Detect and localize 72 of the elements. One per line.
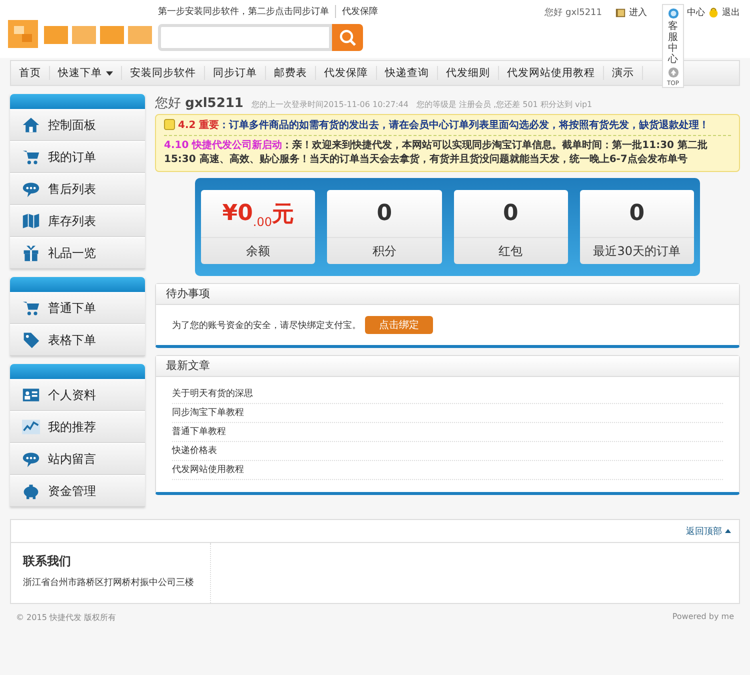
- sidebar-item[interactable]: 我的推荐: [10, 411, 145, 443]
- member-link[interactable]: 进入: [629, 6, 647, 19]
- top-link[interactable]: 第一步安装同步软件，第二步点击同步订单: [158, 5, 329, 18]
- powered-text: Powered by me: [672, 612, 734, 623]
- panel-title: 待办事项: [156, 284, 739, 305]
- member-link[interactable]: 中心: [687, 6, 705, 19]
- article-link[interactable]: 关于明天有货的深思: [172, 385, 723, 404]
- nav-item[interactable]: 代发网站使用教程: [499, 66, 604, 80]
- stat-label: 红包: [498, 242, 524, 260]
- sidebar-item[interactable]: 库存列表: [10, 205, 145, 237]
- nav-item[interactable]: 邮费表: [266, 66, 316, 80]
- cart-icon: [22, 299, 40, 317]
- caret-icon: [106, 70, 113, 76]
- article-link[interactable]: 快递价格表: [172, 442, 723, 461]
- nav-item[interactable]: 首页: [11, 66, 50, 80]
- book-icon: [615, 7, 626, 18]
- cart-icon: [22, 148, 40, 166]
- up-caret-icon: [725, 529, 731, 533]
- level-text: 您的等级是 注册会员 ,您还差 501 积分达到 vip1: [416, 99, 592, 110]
- back-to-top-link[interactable]: 返回顶部: [686, 524, 722, 538]
- search-button[interactable]: [332, 24, 363, 51]
- stat-label: 最近30天的订单: [592, 242, 682, 260]
- contact-title: 联系我们: [23, 553, 72, 570]
- article-link[interactable]: 同步淘宝下单教程: [172, 404, 723, 423]
- address-text: 浙江省台州市路桥区打网桥村振中公司三楼: [23, 576, 195, 589]
- tag-icon: [22, 331, 40, 349]
- stat-value: 0: [327, 190, 442, 238]
- stat-label: 积分: [371, 242, 398, 260]
- nav-item[interactable]: 快递查询: [377, 66, 438, 80]
- notice-text: 4.10 快捷代发公司新启动：亲！欢迎来到快捷代发，本网站可以实现同步淘宝订单信息。截单时间：第一批11:30 第二批15:30 高速、高效、贴心服务！当天的订单当天会去拿货，有货并且货没问题就能当天发，统一晚上6-7点会发布单号: [164, 139, 708, 167]
- sidebar-item[interactable]: 普通下单: [10, 292, 145, 324]
- stat-value: 0: [454, 190, 568, 238]
- article-link[interactable]: 普通下单教程: [172, 423, 723, 442]
- nav-item[interactable]: 同步订单: [205, 66, 266, 80]
- sidebar-item[interactable]: 个人资料: [10, 379, 145, 411]
- last-login-text: 您的上一次登录时间2015-11-06 10:27:44: [251, 99, 408, 110]
- service-label: 客服中心: [668, 21, 678, 65]
- id-card-icon: [22, 386, 40, 404]
- copyright-text: © 2015 快捷代发 版权所有: [16, 612, 116, 623]
- panel-title: 最新文章: [156, 356, 739, 377]
- search-field[interactable]: [158, 24, 332, 51]
- nav-item[interactable]: 代发细则: [438, 66, 499, 80]
- sidebar-item[interactable]: 站内留言: [10, 443, 145, 475]
- gift-icon: [22, 244, 40, 262]
- nav-item[interactable]: 安装同步软件: [122, 66, 205, 80]
- sidebar-item[interactable]: 我的订单: [10, 141, 145, 173]
- logout-link[interactable]: 退出: [722, 6, 740, 19]
- stat-value: 0: [580, 190, 694, 238]
- home-icon: [22, 116, 40, 134]
- logo-icon: [8, 18, 153, 48]
- top-link[interactable]: 代发保障: [335, 5, 378, 18]
- chart-icon: [22, 418, 40, 436]
- sidebar-item[interactable]: 售后列表: [10, 173, 145, 205]
- sidebar-item[interactable]: 礼品一览: [10, 237, 145, 269]
- map-icon: [22, 212, 40, 230]
- piggy-bank-icon: [22, 482, 40, 500]
- greeting-text: 您好 gxl5211: [155, 95, 244, 112]
- up-arrow-icon: [668, 67, 678, 78]
- note-icon: [164, 119, 175, 130]
- nav-item[interactable]: 代发保障: [316, 66, 377, 80]
- sidebar-item[interactable]: 表格下单: [10, 324, 145, 356]
- article-link[interactable]: 代发网站使用教程: [172, 461, 723, 480]
- todo-text: 为了您的账号资金的安全，请尽快绑定支付宝。: [172, 320, 361, 332]
- search-icon: [338, 28, 356, 46]
- sidebar-item[interactable]: 控制面板: [10, 109, 145, 141]
- notice-text: 4.2 重要：订单多件商品的如需有货的发出去，请在会员中心订单列表里面勾选必发，将按照有货先发，缺货退款处理！: [164, 118, 731, 136]
- greeting-text: 您好 gxl5211: [544, 6, 602, 19]
- lock-icon: [708, 7, 719, 18]
- nav-item[interactable]: 演示: [604, 66, 643, 80]
- nav-item[interactable]: 快速下单: [50, 66, 122, 80]
- sidebar-item[interactable]: 资金管理: [10, 475, 145, 507]
- stat-label: 余额: [245, 242, 272, 260]
